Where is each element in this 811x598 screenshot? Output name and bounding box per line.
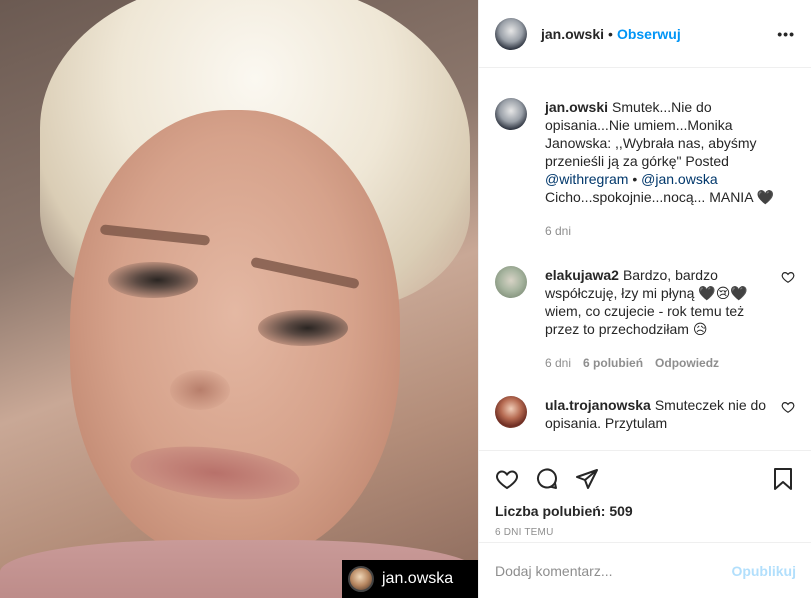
- caption-username[interactable]: jan.owski: [545, 99, 608, 115]
- comment-username[interactable]: elakujawa2: [545, 267, 619, 283]
- likes-count[interactable]: Liczba polubień: 509: [495, 503, 795, 519]
- photo-eye: [258, 310, 348, 346]
- comment-input[interactable]: [495, 562, 732, 579]
- watermark-text: jan.owska: [382, 570, 454, 587]
- avatar[interactable]: [495, 17, 527, 50]
- heart-icon[interactable]: [781, 270, 795, 284]
- post-actions: Liczba polubień: 509 6 dni temu: [479, 450, 811, 538]
- post-photo[interactable]: jan.owska: [0, 0, 478, 598]
- comment-time[interactable]: 6 dni: [545, 354, 571, 372]
- comment-username[interactable]: ula.trojanowska: [545, 397, 651, 413]
- comments-list[interactable]: jan.owski Smutek...Nie do opisania...Nie …: [479, 68, 811, 450]
- watermark-avatar: [348, 566, 374, 592]
- comment-likes[interactable]: 6 polubień: [583, 354, 643, 372]
- comment-item: elakujawa2 Bardzo, bardzo współczuję, łzy…: [495, 266, 795, 372]
- post-time[interactable]: 6 dni temu: [495, 527, 795, 538]
- comment-item: ula.trojanowska Smuteczek nie do opisania…: [495, 396, 795, 432]
- add-comment-bar: Opublikuj: [479, 542, 811, 598]
- mention-separator: •: [628, 171, 642, 187]
- heart-icon[interactable]: [781, 400, 795, 414]
- caption: jan.owski Smutek...Nie do opisania...Nie …: [495, 98, 795, 240]
- photo-nose: [170, 370, 230, 410]
- bookmark-icon[interactable]: [771, 467, 795, 491]
- comment-icon[interactable]: [535, 467, 559, 491]
- mention-link[interactable]: @withregram: [545, 171, 628, 187]
- avatar[interactable]: [495, 98, 527, 130]
- more-options-icon[interactable]: •••: [777, 26, 795, 42]
- follow-button[interactable]: Obserwuj: [617, 26, 681, 42]
- avatar[interactable]: [495, 266, 527, 298]
- action-icons: [495, 459, 795, 499]
- avatar[interactable]: [495, 396, 527, 428]
- post-panel: jan.owski • Obserwuj ••• jan.owski Smutek…: [478, 0, 811, 598]
- share-icon[interactable]: [575, 467, 599, 491]
- photo-eye: [108, 262, 198, 298]
- publish-button[interactable]: Opublikuj: [731, 563, 796, 579]
- caption-time[interactable]: 6 dni: [545, 222, 571, 240]
- mention-link[interactable]: @jan.owska: [641, 171, 717, 187]
- heart-icon[interactable]: [495, 467, 519, 491]
- caption-text: Cicho...spokojnie...nocą... MANIA 🖤: [545, 189, 775, 205]
- header-dot: •: [608, 25, 613, 42]
- photo-watermark: jan.owska: [342, 560, 478, 598]
- post-header: jan.owski • Obserwuj •••: [479, 0, 811, 68]
- reply-button[interactable]: Odpowiedz: [655, 354, 719, 372]
- header-username[interactable]: jan.owski: [541, 26, 604, 42]
